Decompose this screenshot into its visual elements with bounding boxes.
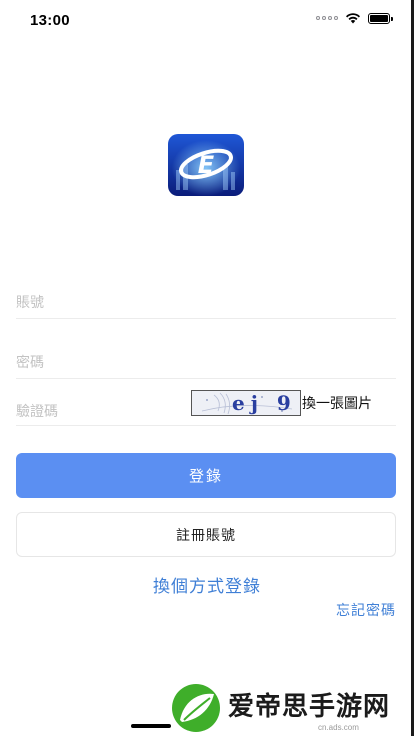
captcha-text: ej 9 (232, 391, 297, 415)
password-field (16, 346, 396, 379)
wifi-icon (346, 13, 360, 24)
password-input[interactable] (16, 346, 396, 378)
refresh-captcha-link[interactable]: 換一張圖片 (302, 393, 372, 413)
app-logo-icon: E (168, 134, 244, 196)
register-button[interactable]: 註冊賬號 (16, 512, 396, 557)
status-time: 13:00 (30, 12, 70, 29)
captcha-input[interactable] (16, 396, 186, 426)
watermark-text: 爱帝思手游网 (228, 691, 391, 721)
forgot-password-link[interactable]: 忘記密碼 (336, 600, 396, 620)
signal-icon (316, 16, 338, 20)
account-field (16, 286, 396, 319)
login-button[interactable]: 登錄 (16, 453, 396, 498)
watermark: 爱帝思手游网 cn.ads.com (170, 680, 414, 736)
switch-login-method-link[interactable]: 換個方式登錄 (0, 572, 414, 597)
captcha-image[interactable]: ej 9 (191, 390, 301, 416)
watermark-url: cn.ads.com (318, 723, 359, 732)
account-input[interactable] (16, 286, 396, 318)
battery-icon (368, 12, 393, 24)
status-bar: 13:00 (0, 0, 414, 40)
leaf-logo-icon (172, 684, 220, 732)
home-indicator[interactable] (131, 724, 171, 728)
status-icons (316, 12, 393, 24)
svg-text:E: E (198, 151, 215, 179)
